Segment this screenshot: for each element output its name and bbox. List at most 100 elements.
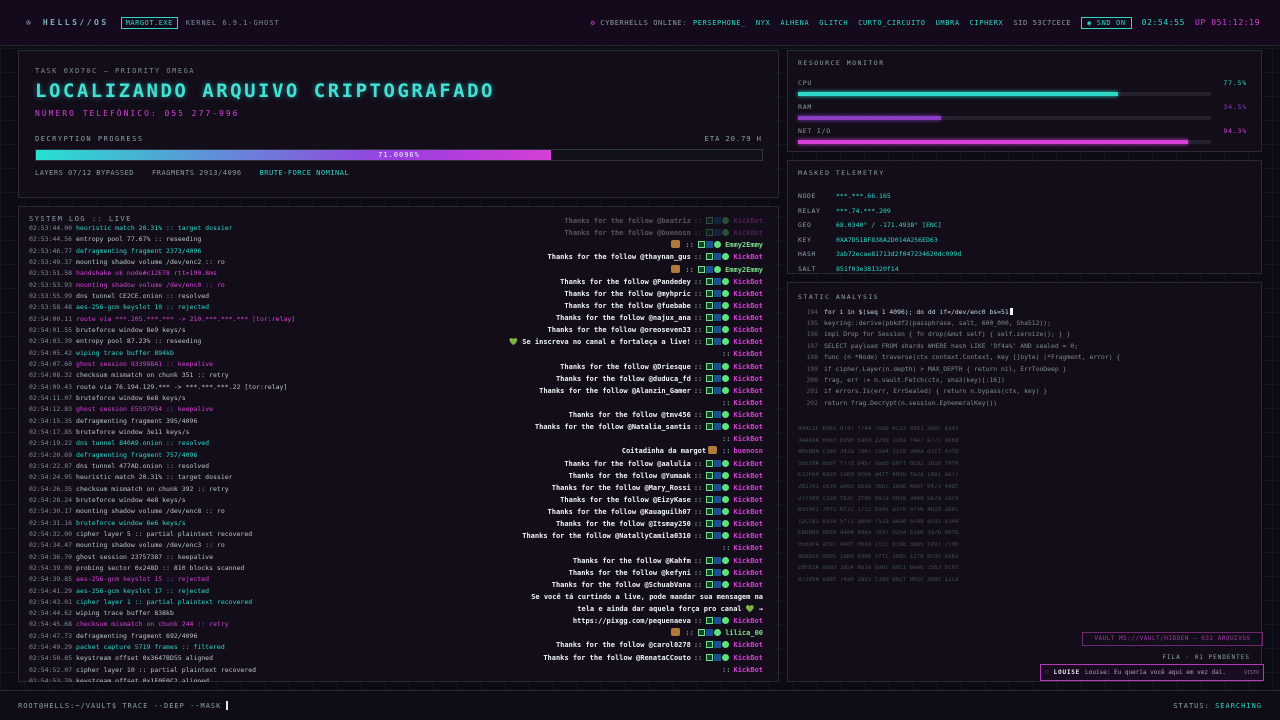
badge-icon: [714, 314, 722, 321]
online-user[interactable]: GLITCH: [819, 19, 848, 27]
chat-username[interactable]: KickBot: [733, 484, 763, 492]
chat-username[interactable]: KickBot: [733, 520, 763, 528]
chat-separator: ::: [722, 350, 731, 359]
online-user[interactable]: PERSEPHONE_: [693, 19, 746, 27]
resource-fill: [798, 140, 1188, 144]
log-time: 02:54:45.68: [29, 620, 73, 629]
online-user[interactable]: CURTO_CIRCUITO: [858, 19, 925, 27]
chat-username[interactable]: KickBot: [733, 217, 763, 225]
hex-line: E32F64 8a29 1abd 9c66 a4ff 4056 fe2a 14e…: [798, 472, 959, 479]
bruteforce-stat: BRUTE-FORCE NOMINAL: [259, 169, 350, 177]
log-entry: 02:54:30.17 mounting shadow volume /dev/e…: [29, 506, 389, 517]
chat-separator: ::: [693, 617, 703, 626]
hex-line: E6D6D0 0858 a4e4 89ea 7937 9254 b1e6 3a7…: [798, 530, 959, 537]
telemetry-value: ***.***.66.165: [836, 192, 891, 201]
chat-username[interactable]: KickBot: [733, 375, 763, 383]
chat-username[interactable]: KickBot: [733, 253, 763, 261]
code-line: 194 for i in $(seq 1 4096); do dd if=/dev…: [800, 306, 1253, 317]
chat-username[interactable]: KickBot: [733, 654, 763, 662]
chat-username[interactable]: KickBot: [733, 350, 763, 358]
badge-icon: [706, 326, 714, 334]
online-label: ⚙ CYBERHELLS ONLINE:: [590, 18, 687, 27]
chat-username[interactable]: lilica_00: [725, 629, 763, 637]
log-message: heuristic match 20.31% :: target dossier: [76, 473, 233, 482]
online-user[interactable]: CIPHERX: [970, 19, 1004, 27]
chat-username[interactable]: KickBot: [733, 387, 763, 395]
online-user[interactable]: NYX: [756, 19, 770, 27]
chat-username[interactable]: KickBot: [733, 581, 763, 589]
chat-username[interactable]: KickBot: [733, 617, 763, 625]
log-entry: 02:54:15.35 defragmenting fragment 395/40…: [29, 416, 389, 427]
chat-text: Thanks for the follow @tmv456: [568, 411, 691, 419]
chat-message: :: Emmy2Emmy: [359, 239, 769, 251]
online-user[interactable]: UMBRA: [936, 19, 960, 27]
log-entry: 02:54:44.62 wiping trace buffer 838kb: [29, 608, 389, 619]
log-entry: 02:54:31.16 bruteforce window 8e6 keys/s: [29, 518, 389, 529]
chat-username[interactable]: KickBot: [733, 363, 763, 371]
log-message: probing sector 0x248D :: 810 blocks scan…: [76, 563, 245, 572]
chat-message: :: KickBot: [359, 664, 769, 676]
chat-username[interactable]: KickBot: [733, 302, 763, 310]
chat-username[interactable]: buenosn: [733, 447, 763, 455]
log-message: packet capture 5719 frames :: filtered: [76, 643, 225, 652]
chat-username[interactable]: KickBot: [733, 423, 763, 431]
badge-icon: [706, 314, 714, 321]
vault-path[interactable]: VAULT MS://VAULT/HIDDEN — 032 ARQUIVOS: [1082, 632, 1263, 646]
log-message: bruteforce window 8e9 keys/s: [76, 325, 186, 334]
chat-separator: ::: [693, 520, 703, 529]
chat-message: Thanks for the follow @kefyni:: KickBot: [359, 567, 769, 579]
badge-icon: [705, 265, 713, 273]
message-notification[interactable]: ♡ LOUISE Louise: Eu queria você aqui em …: [1040, 664, 1264, 681]
chat-username[interactable]: KickBot: [733, 290, 763, 298]
chat-username[interactable]: KickBot: [733, 399, 763, 407]
chat-username[interactable]: KickBot: [733, 435, 763, 443]
log-message: ghost session 23757387 :: keepalive: [76, 552, 214, 561]
status-indicator: STATUS: SEARCHING: [1173, 701, 1262, 710]
log-time: 02:54:20.69: [29, 450, 73, 459]
chat-username[interactable]: KickBot: [733, 278, 763, 286]
chat-username[interactable]: KickBot: [733, 326, 763, 334]
badge-icon: [697, 265, 705, 273]
chat-username[interactable]: Emmy2Emmy: [725, 266, 763, 274]
log-message: mounting shadow volume /dev/enc2 :: ro: [76, 257, 225, 266]
chat-username[interactable]: KickBot: [733, 338, 763, 346]
chat-separator: ::: [693, 653, 703, 662]
system-log[interactable]: 02:53:44.00 heuristic match 20.31% :: tar…: [29, 223, 389, 682]
chat-username[interactable]: KickBot: [733, 569, 763, 577]
sound-toggle[interactable]: ◉ SND ON: [1081, 16, 1132, 29]
fragments-stat: FRAGMENTS 2913/4096: [152, 169, 242, 177]
code-line: 200 frag, err := n.vault.Fetch(ctx, sha3(…: [800, 374, 1253, 385]
chat-message: Thanks for the follow @Alanzin_Gamer:: K…: [359, 385, 769, 397]
telemetry-key: KEY: [798, 235, 812, 244]
chat-username[interactable]: KickBot: [733, 472, 763, 480]
chat-username[interactable]: KickBot: [733, 532, 763, 540]
log-entry: 02:53:44.00 heuristic match 20.31% :: tar…: [29, 223, 389, 234]
log-time: 02:54:28.24: [29, 495, 73, 504]
chat-username[interactable]: Emmy2Emmy: [725, 241, 763, 249]
chat-username[interactable]: KickBot: [733, 557, 763, 565]
chat-username[interactable]: KickBot: [733, 460, 763, 468]
badge-icon: [706, 483, 714, 491]
process-tag[interactable]: MARGOT.EXE: [120, 16, 178, 29]
analysis-title: STATIC ANALYSIS: [798, 293, 880, 301]
chat-username[interactable]: KickBot: [733, 641, 763, 649]
chat-username[interactable]: KickBot: [733, 229, 763, 237]
chat-message: Thanks for the follow @aalulia:: KickBot: [359, 458, 769, 470]
badge-icon: [706, 641, 714, 649]
bottom-bar: ROOT@HELLS:~/VAULT$ TRACE --DEEP --MASK …: [0, 690, 1280, 720]
badge-icon: [705, 241, 713, 249]
resource-netio: NET I/O 94.3%: [798, 127, 1247, 144]
badge-icon: [706, 556, 714, 564]
chat-username[interactable]: KickBot: [733, 508, 763, 516]
online-user[interactable]: ALHENA: [780, 19, 809, 27]
chat-username[interactable]: KickBot: [733, 666, 763, 674]
command-prompt[interactable]: ROOT@HELLS:~/VAULT$ TRACE --DEEP --MASK: [18, 701, 229, 710]
chat-username[interactable]: KickBot: [733, 411, 763, 419]
log-message: bruteforce window 8e6 keys/s: [76, 518, 186, 527]
chat-message: Thanks for the follow @Natalia_santis:: …: [359, 421, 769, 433]
chat-username[interactable]: KickBot: [733, 544, 763, 552]
chat-username[interactable]: KickBot: [733, 496, 763, 504]
hex-dump: 994C1F b9e1 d747 f744 75ab 6c22 03b1 36e…: [798, 426, 1253, 588]
chat-username[interactable]: KickBot: [733, 314, 763, 322]
log-time: 02:54:22.87: [29, 461, 73, 470]
